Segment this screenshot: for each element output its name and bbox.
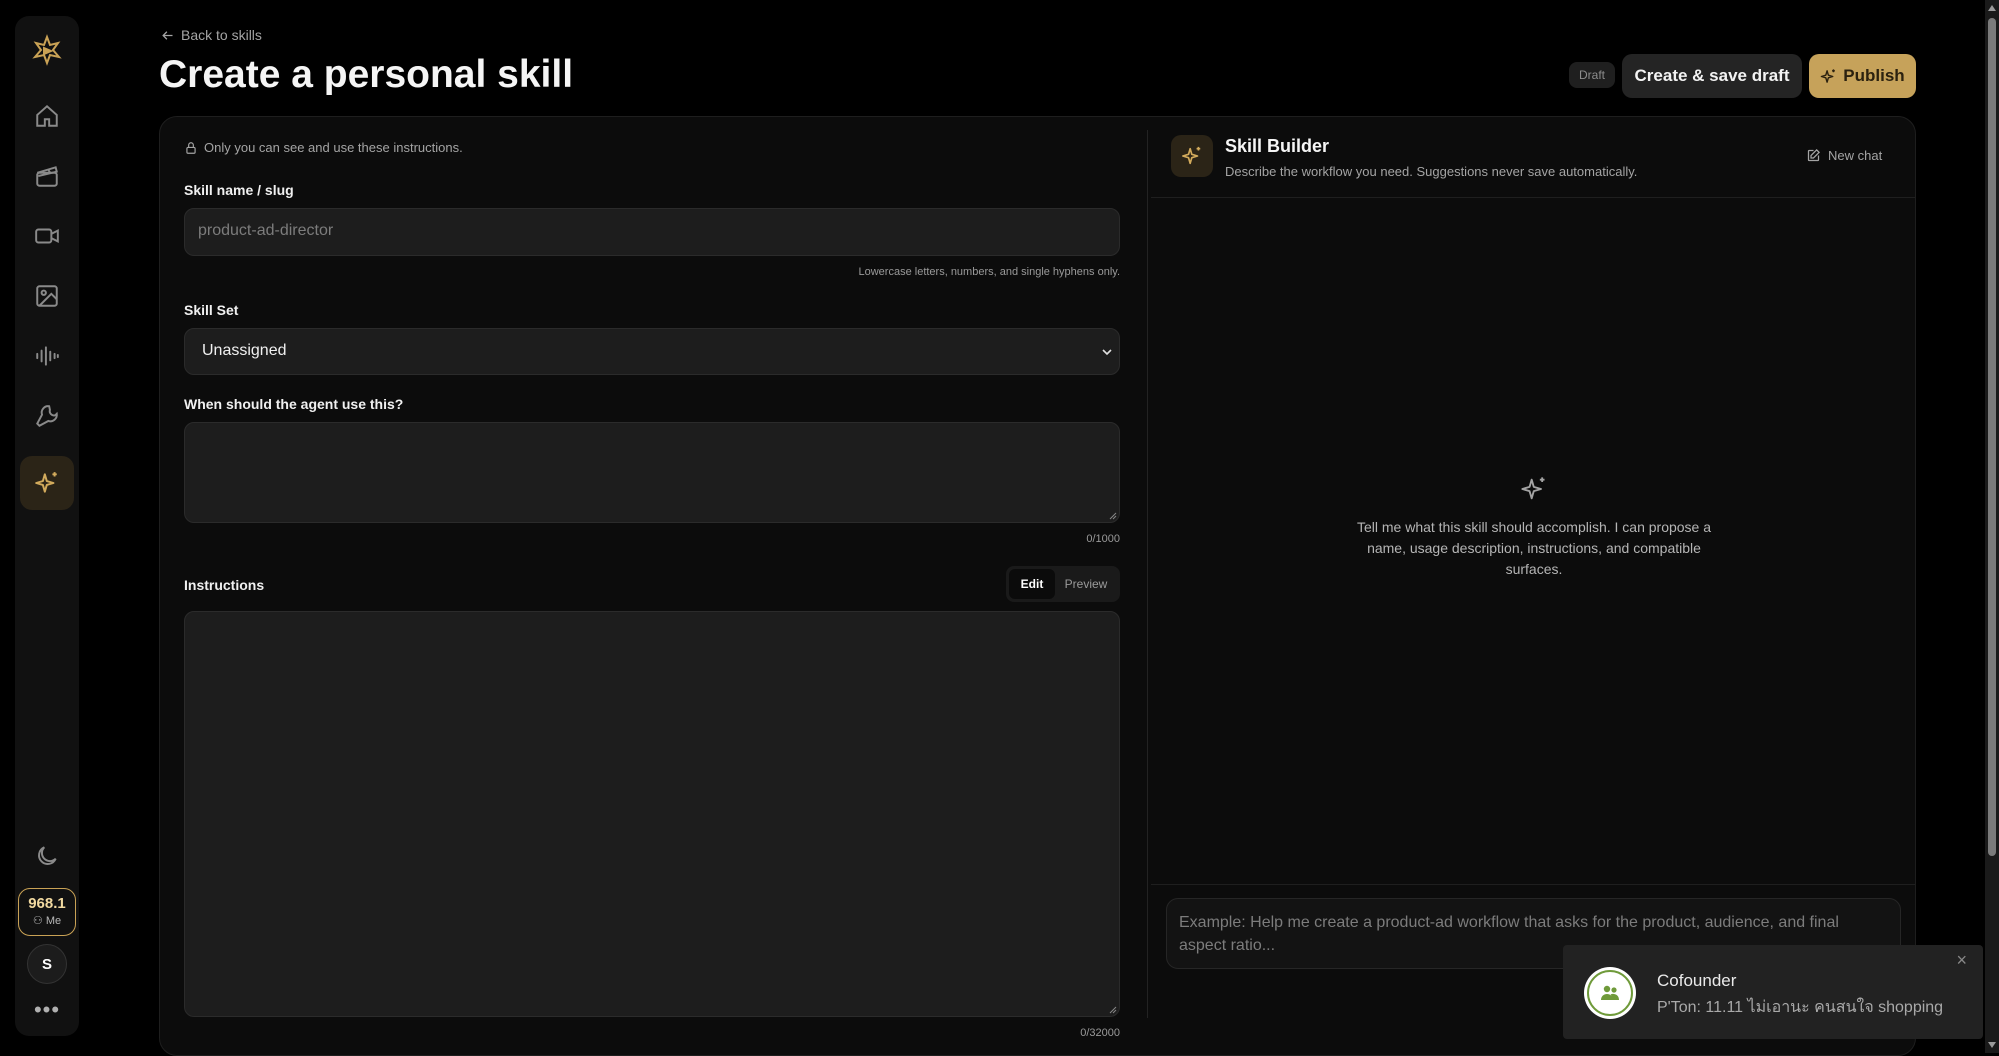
app-logo-icon[interactable] — [31, 34, 63, 66]
page-scrollbar[interactable] — [1985, 0, 1999, 1053]
builder-empty-text: Tell me what this skill should accomplis… — [1356, 519, 1712, 577]
status-badge: Draft — [1569, 62, 1616, 88]
credits-balance[interactable]: 968.1 ⚇ Me — [18, 888, 76, 936]
nav-skills[interactable] — [20, 456, 74, 510]
privacy-note: Only you can see and use these instructi… — [184, 140, 463, 155]
skill-builder-icon — [1171, 135, 1213, 177]
nav-tools[interactable] — [27, 396, 67, 436]
nav-images[interactable] — [27, 276, 67, 316]
notification-message: P'Ton: 11.11 ไม่เอานะ คนสนใจ shopping — [1657, 999, 1944, 1016]
skill-name-label: Skill name / slug — [184, 182, 294, 198]
sparkles-icon — [1821, 68, 1836, 83]
new-chat-button[interactable]: New chat — [1806, 148, 1882, 163]
new-chat-label: New chat — [1828, 148, 1883, 163]
skill-set-select[interactable]: Unassigned — [184, 328, 1120, 375]
usage-label: When should the agent use this? — [184, 396, 404, 412]
sparkles-icon — [1520, 475, 1548, 508]
scrollbar-thumb[interactable] — [1988, 18, 1996, 856]
skill-builder-title: Skill Builder — [1225, 136, 1330, 156]
close-icon[interactable]: × — [1956, 950, 1967, 971]
resize-handle-icon[interactable] — [1107, 1004, 1117, 1014]
skill-name-input[interactable]: product-ad-director — [184, 208, 1120, 256]
credits-value: 968.1 — [28, 895, 66, 912]
moon-icon — [38, 846, 57, 865]
nav-home[interactable] — [27, 96, 67, 136]
avatar[interactable]: S — [27, 944, 67, 984]
chevron-down-icon — [1102, 349, 1112, 356]
sparkles-icon — [1182, 146, 1201, 165]
resize-handle-icon[interactable] — [1107, 510, 1117, 520]
video-camera-icon — [35, 228, 59, 244]
scroll-down-icon[interactable] — [1988, 1042, 1996, 1048]
usage-counter: 0/1000 — [1086, 533, 1120, 545]
back-to-skills-link[interactable]: Back to skills — [160, 27, 262, 43]
sidebar: 968.1 ⚇ Me S ••• — [15, 16, 79, 1036]
skill-name-placeholder: product-ad-director — [198, 222, 334, 239]
skill-builder-subtitle: Describe the workflow you need. Suggesti… — [1225, 164, 1638, 179]
account-label: Me — [45, 915, 62, 927]
skill-name-hint: Lowercase letters, numbers, and single h… — [858, 266, 1121, 278]
audio-waveform-icon — [36, 346, 59, 366]
arrow-left-icon — [162, 30, 173, 40]
usage-textarea[interactable] — [184, 422, 1120, 523]
people-icon — [1584, 967, 1636, 1019]
instructions-counter: 0/32000 — [1080, 1027, 1120, 1039]
notification-toast[interactable]: Cofounder P'Ton: 11.11 ไม่เอานะ คนสนใจ s… — [1563, 945, 1983, 1039]
skill-set-value: Unassigned — [202, 342, 287, 359]
wrench-icon — [36, 405, 58, 427]
instructions-mode-tabs: Edit Preview — [1006, 566, 1120, 602]
privacy-note-text: Only you can see and use these instructi… — [204, 140, 463, 155]
create-save-draft-button[interactable]: Create & save draft — [1622, 54, 1802, 98]
more-icon[interactable]: ••• — [27, 990, 67, 1030]
instructions-label: Instructions — [184, 577, 265, 593]
tab-preview[interactable]: Preview — [1057, 569, 1115, 599]
image-icon — [36, 285, 58, 307]
user-icon: ⚇ — [32, 915, 43, 927]
scroll-up-icon[interactable] — [1988, 5, 1996, 11]
theme-toggle[interactable] — [27, 836, 67, 876]
nav-video[interactable] — [27, 216, 67, 256]
skill-set-label: Skill Set — [184, 302, 239, 318]
notification-title: Cofounder — [1657, 971, 1737, 990]
back-label: Back to skills — [181, 27, 262, 43]
nav-projects[interactable] — [27, 156, 67, 196]
sparkles-icon — [35, 472, 57, 493]
nav-audio[interactable] — [27, 336, 67, 376]
clapperboard-icon — [36, 166, 58, 187]
instructions-textarea[interactable] — [184, 611, 1120, 1017]
lock-icon — [186, 141, 196, 154]
tab-edit[interactable]: Edit — [1009, 569, 1055, 599]
page-title: Create a personal skill — [159, 53, 574, 96]
publish-label: Publish — [1843, 66, 1905, 85]
home-icon — [36, 104, 58, 127]
builder-input-divider — [1151, 884, 1915, 885]
builder-header-divider — [1151, 197, 1915, 198]
panel-divider — [1147, 130, 1148, 1018]
edit-icon — [1807, 148, 1821, 162]
publish-button[interactable]: Publish — [1809, 54, 1916, 98]
